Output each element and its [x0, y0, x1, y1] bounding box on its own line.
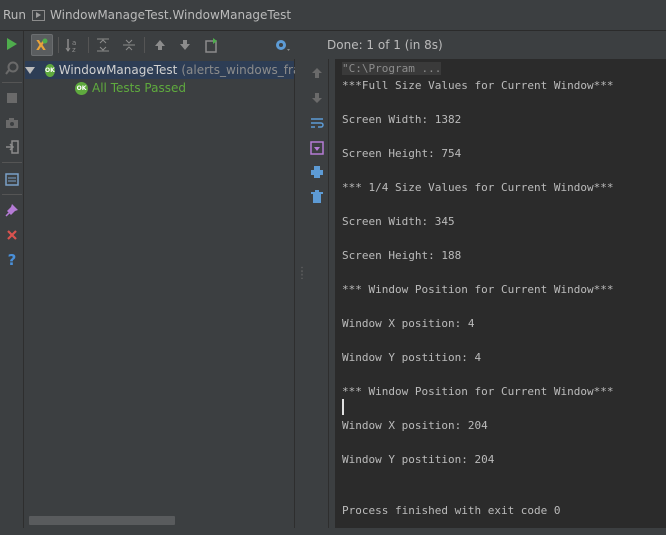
console-line: *** 1/4 Size Values for Current Window**… [342, 181, 614, 194]
panel-splitter[interactable] [295, 59, 305, 535]
pin-icon [5, 204, 18, 217]
print-icon [311, 166, 323, 178]
stop-icon [7, 93, 17, 103]
gear-icon [276, 40, 290, 51]
rerun-button[interactable] [0, 34, 24, 54]
test-tree-result-row[interactable]: OK All Tests Passed [75, 79, 186, 97]
stop-button[interactable] [0, 88, 24, 108]
bottom-edge [0, 528, 666, 535]
screenshot-button[interactable] [0, 113, 24, 133]
svg-text:z: z [72, 46, 76, 53]
test-ok-icon: OK [75, 81, 88, 95]
play-icon [7, 38, 17, 50]
arrow-down-icon [312, 93, 322, 103]
export-button[interactable] [0, 137, 24, 157]
rerun-failed-icon [5, 61, 19, 75]
close-icon [7, 230, 17, 240]
print-button[interactable] [305, 162, 329, 182]
test-status: Done: 1 of 1 (in 8s) [327, 38, 443, 52]
rerun-failed-button[interactable] [0, 58, 24, 78]
console-line: Window Y postition: 4 [342, 351, 482, 364]
layout-icon [5, 172, 19, 186]
run-tool-window-header: Run WindowManageTest.WindowManageTest [0, 0, 666, 31]
scroll-to-end-icon [310, 141, 324, 155]
run-label: Run [3, 8, 27, 22]
settings-button[interactable] [271, 34, 293, 56]
arrow-up-icon [155, 40, 165, 50]
console-line: Window X position: 204 [342, 419, 488, 432]
console-command-line: "C:\Program ... [342, 62, 442, 75]
text-caret [342, 399, 344, 415]
console-line: Screen Width: 1382 [342, 113, 462, 126]
console-line: *** Window Position for Current Window**… [342, 385, 614, 398]
test-class-package: (alerts_windows_fran [181, 63, 308, 77]
pin-button[interactable] [0, 200, 24, 220]
run-config-icon [32, 9, 46, 21]
tree-horizontal-scrollbar[interactable] [29, 516, 175, 525]
import-icon [6, 140, 19, 154]
left-action-strip: ? [0, 31, 24, 535]
arrow-down-icon [180, 40, 190, 50]
test-class-name: WindowManageTest [58, 63, 178, 77]
run-config-name[interactable]: WindowManageTest.WindowManageTest [50, 8, 291, 22]
trash-icon [311, 190, 323, 203]
help-button[interactable]: ? [0, 250, 24, 270]
expand-arrow-icon[interactable] [25, 66, 35, 74]
sort-az-icon: az [65, 39, 76, 53]
console-line: *** Window Position for Current Window**… [342, 283, 614, 296]
camera-icon [6, 118, 18, 128]
expand-all-button[interactable] [92, 34, 114, 56]
console-line: Screen Width: 345 [342, 215, 455, 228]
arrow-up-icon [312, 68, 322, 78]
export-results-button[interactable] [200, 34, 222, 56]
all-tests-passed-label: All Tests Passed [92, 81, 186, 95]
console-line: Window Y postition: 204 [342, 453, 495, 466]
soft-wrap-button[interactable] [305, 113, 329, 133]
expand-all-icon [97, 38, 109, 52]
close-button[interactable] [0, 225, 24, 245]
scroll-to-end-button[interactable] [305, 138, 329, 158]
show-passed-icon: X [36, 38, 48, 53]
test-runner-toolbar: X az Done: 1 of 1 (in 8s) [25, 31, 666, 59]
show-passed-toggle[interactable]: X [31, 34, 53, 56]
soft-wrap-icon [311, 118, 324, 128]
console-line: ***Full Size Values for Current Window**… [342, 79, 614, 92]
console-line: Screen Height: 188 [342, 249, 462, 262]
collapse-all-icon [123, 39, 135, 51]
console-line: Window X position: 4 [342, 317, 475, 330]
test-ok-icon: OK [45, 63, 55, 77]
sort-alphabetically-button[interactable]: az [62, 34, 84, 56]
next-test-button[interactable] [174, 34, 196, 56]
console-output[interactable]: "C:\Program ... ***Full Size Values for … [335, 59, 666, 535]
test-tree-root-row[interactable]: OK WindowManageTest (alerts_windows_fran [25, 61, 308, 79]
console-action-strip [305, 59, 329, 535]
previous-test-button[interactable] [149, 34, 171, 56]
test-tree: OK WindowManageTest (alerts_windows_fran… [25, 59, 308, 535]
scroll-up-button[interactable] [305, 63, 329, 83]
console-line: Screen Height: 754 [342, 147, 462, 160]
layout-button[interactable] [0, 169, 24, 189]
collapse-all-button[interactable] [118, 34, 140, 56]
scroll-down-button[interactable] [305, 88, 329, 108]
console-line: Process finished with exit code 0 [342, 504, 561, 517]
clear-all-button[interactable] [305, 187, 329, 207]
help-icon: ? [7, 251, 17, 269]
export-icon [205, 38, 217, 53]
